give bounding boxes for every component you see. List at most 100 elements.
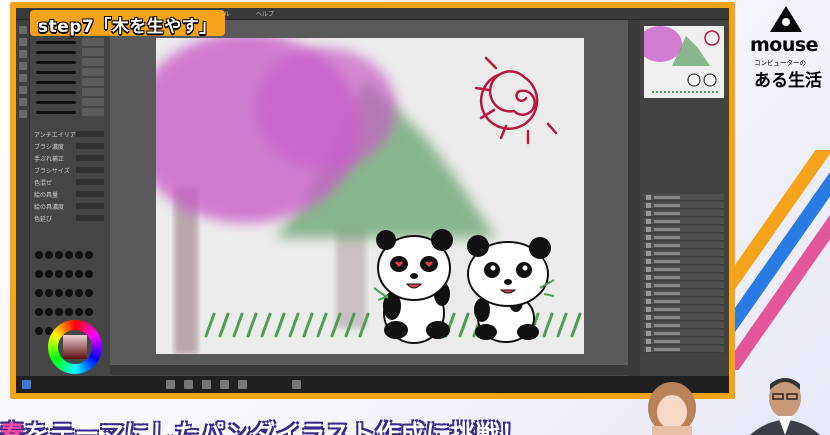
caption-text: 春をテーマにしたパンダイラスト作成に挑戦！ <box>0 420 526 435</box>
video-frame: ファイル ヘルプ アンチエイリアス ブラシ濃度 手ぶれ補正 ブラシサイ <box>0 0 830 435</box>
eye-icon[interactable] <box>646 315 651 320</box>
brush-icon <box>36 81 76 84</box>
navigator-preview[interactable] <box>644 26 724 98</box>
property-row[interactable]: 色混ぜ <box>34 178 106 187</box>
layer-row[interactable] <box>644 322 724 329</box>
brush-icon <box>36 91 76 94</box>
layer-row[interactable] <box>644 298 724 305</box>
layer-row[interactable] <box>644 210 724 217</box>
property-row[interactable]: アンチエイリアス <box>34 130 106 139</box>
layer-row[interactable] <box>644 234 724 241</box>
eye-icon[interactable] <box>646 203 651 208</box>
canvas-workspace <box>110 20 628 365</box>
property-row[interactable]: 絵の具量 <box>34 190 106 199</box>
brush-icon <box>36 111 76 114</box>
eye-icon[interactable] <box>646 243 651 248</box>
taskbar-app-icon[interactable] <box>166 380 175 389</box>
taskbar-app-icon[interactable] <box>184 380 193 389</box>
taskbar <box>16 376 729 393</box>
taskbar-app-icon[interactable] <box>220 380 229 389</box>
decorative-stripes <box>720 150 830 370</box>
layer-row[interactable] <box>644 194 724 201</box>
layer-row[interactable] <box>644 306 724 313</box>
brush-preset[interactable] <box>34 38 106 47</box>
taskbar-app-icon[interactable] <box>238 380 247 389</box>
tool-icon[interactable] <box>19 74 27 82</box>
drawing-canvas[interactable] <box>156 38 584 354</box>
color-wheel-icon[interactable] <box>48 320 102 374</box>
brush-preset[interactable] <box>34 108 106 117</box>
eye-icon[interactable] <box>646 307 651 312</box>
layer-row[interactable] <box>644 338 724 345</box>
brush-icon <box>36 51 76 54</box>
tool-icon[interactable] <box>19 26 27 34</box>
brush-preset[interactable] <box>34 68 106 77</box>
layer-row[interactable] <box>644 274 724 281</box>
mouse-logo: mouse コンピューターの ある生活 <box>744 6 828 96</box>
eye-icon[interactable] <box>646 211 651 216</box>
eye-icon[interactable] <box>646 259 651 264</box>
brush-icon <box>36 71 76 74</box>
color-picker-square[interactable] <box>63 335 87 359</box>
menu-item-help[interactable]: ヘルプ <box>256 9 274 18</box>
property-row[interactable]: 絵の具濃度 <box>34 202 106 211</box>
tool-icon[interactable] <box>19 38 27 46</box>
brush-icon <box>36 61 76 64</box>
taskbar-app-icon[interactable] <box>202 380 211 389</box>
tool-icon[interactable] <box>19 86 27 94</box>
brush-preset[interactable] <box>34 88 106 97</box>
tool-icon[interactable] <box>19 98 27 106</box>
brush-preset[interactable] <box>34 58 106 67</box>
layer-row[interactable] <box>644 250 724 257</box>
layer-row[interactable] <box>644 314 724 321</box>
layer-row[interactable] <box>644 258 724 265</box>
brush-preset[interactable] <box>34 78 106 87</box>
property-row[interactable]: ブラシ濃度 <box>34 142 106 151</box>
taskbar-app-icon[interactable] <box>292 380 301 389</box>
layer-row[interactable] <box>644 242 724 249</box>
status-bar <box>110 365 628 375</box>
layer-row[interactable] <box>644 290 724 297</box>
property-row[interactable]: ブラシサイズ <box>34 166 106 175</box>
eye-icon[interactable] <box>646 331 651 336</box>
eye-icon[interactable] <box>646 323 651 328</box>
brush-icon <box>36 41 76 44</box>
eye-icon[interactable] <box>646 235 651 240</box>
eye-icon[interactable] <box>646 299 651 304</box>
layer-row[interactable] <box>644 218 724 225</box>
eye-icon[interactable] <box>646 219 651 224</box>
eye-icon[interactable] <box>646 291 651 296</box>
eye-icon[interactable] <box>646 227 651 232</box>
tool-icon[interactable] <box>19 110 27 118</box>
brush-preset[interactable] <box>34 48 106 57</box>
sun <box>474 56 558 145</box>
paint-app-window: ファイル ヘルプ アンチエイリアス ブラシ濃度 手ぶれ補正 ブラシサイ <box>16 8 729 393</box>
eye-icon[interactable] <box>646 251 651 256</box>
layer-row[interactable] <box>644 330 724 337</box>
panda-right <box>467 235 555 343</box>
caption-bar: 春をテーマにしたパンダイラスト作成に挑戦！ <box>0 400 830 435</box>
eye-icon[interactable] <box>646 267 651 272</box>
eye-icon[interactable] <box>646 275 651 280</box>
brush-icon <box>36 101 76 104</box>
layer-row[interactable] <box>644 202 724 209</box>
right-tool-column <box>628 20 640 376</box>
tool-icon[interactable] <box>19 62 27 70</box>
property-row[interactable]: 手ぶれ補正 <box>34 154 106 163</box>
layer-row[interactable] <box>644 226 724 233</box>
layer-row[interactable] <box>644 266 724 273</box>
eye-icon[interactable] <box>646 283 651 288</box>
layer-row[interactable] <box>644 282 724 289</box>
property-row[interactable]: 色延び <box>34 214 106 223</box>
eye-icon[interactable] <box>646 347 651 352</box>
brush-preset[interactable] <box>34 98 106 107</box>
eye-icon[interactable] <box>646 195 651 200</box>
windows-start-icon[interactable] <box>22 380 31 389</box>
tool-column <box>16 20 30 393</box>
eye-icon[interactable] <box>646 339 651 344</box>
panda-left <box>373 229 453 344</box>
tool-icon[interactable] <box>19 50 27 58</box>
step-title-badge: step7「木を生やす」 <box>30 10 225 37</box>
brush-panel: アンチエイリアス ブラシ濃度 手ぶれ補正 ブラシサイズ 色混ぜ 絵の具量 絵の具… <box>30 20 110 393</box>
layer-row[interactable] <box>644 346 724 353</box>
